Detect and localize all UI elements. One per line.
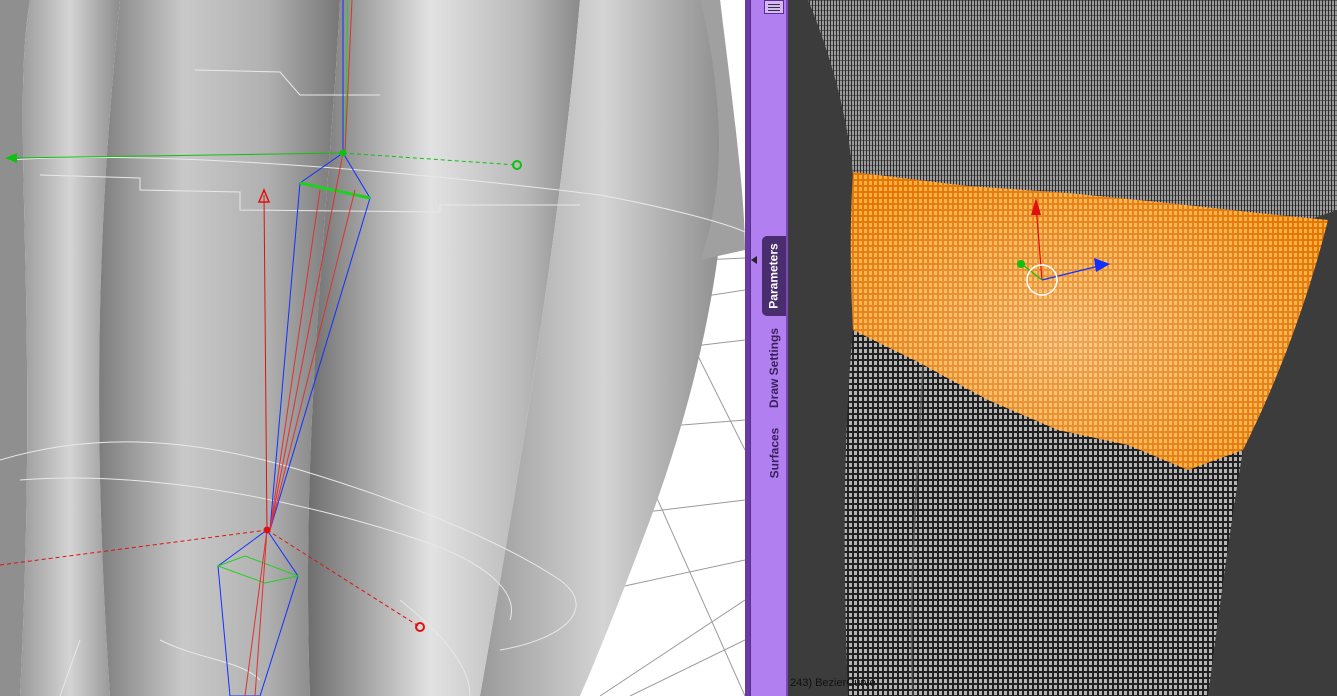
tab-draw-settings-label: Draw Settings bbox=[767, 327, 782, 409]
tab-surfaces-label: Surfaces bbox=[767, 427, 782, 479]
status-readout: 243) BezierCurve bbox=[790, 677, 876, 689]
viewport-right-canvas[interactable] bbox=[788, 0, 1337, 696]
collapse-arrow-icon[interactable] bbox=[751, 256, 757, 264]
tab-surfaces[interactable]: Surfaces bbox=[762, 420, 786, 486]
viewport-left[interactable] bbox=[0, 0, 745, 696]
shaded-mesh bbox=[0, 0, 745, 696]
tab-draw-settings[interactable]: Draw Settings bbox=[762, 322, 786, 414]
viewport-right[interactable] bbox=[788, 0, 1337, 696]
panel-menu-icon[interactable] bbox=[764, 0, 784, 14]
tab-parameters-label: Parameters bbox=[767, 243, 782, 309]
tab-parameters[interactable]: Parameters bbox=[762, 236, 786, 316]
viewport-left-canvas[interactable] bbox=[0, 0, 745, 696]
